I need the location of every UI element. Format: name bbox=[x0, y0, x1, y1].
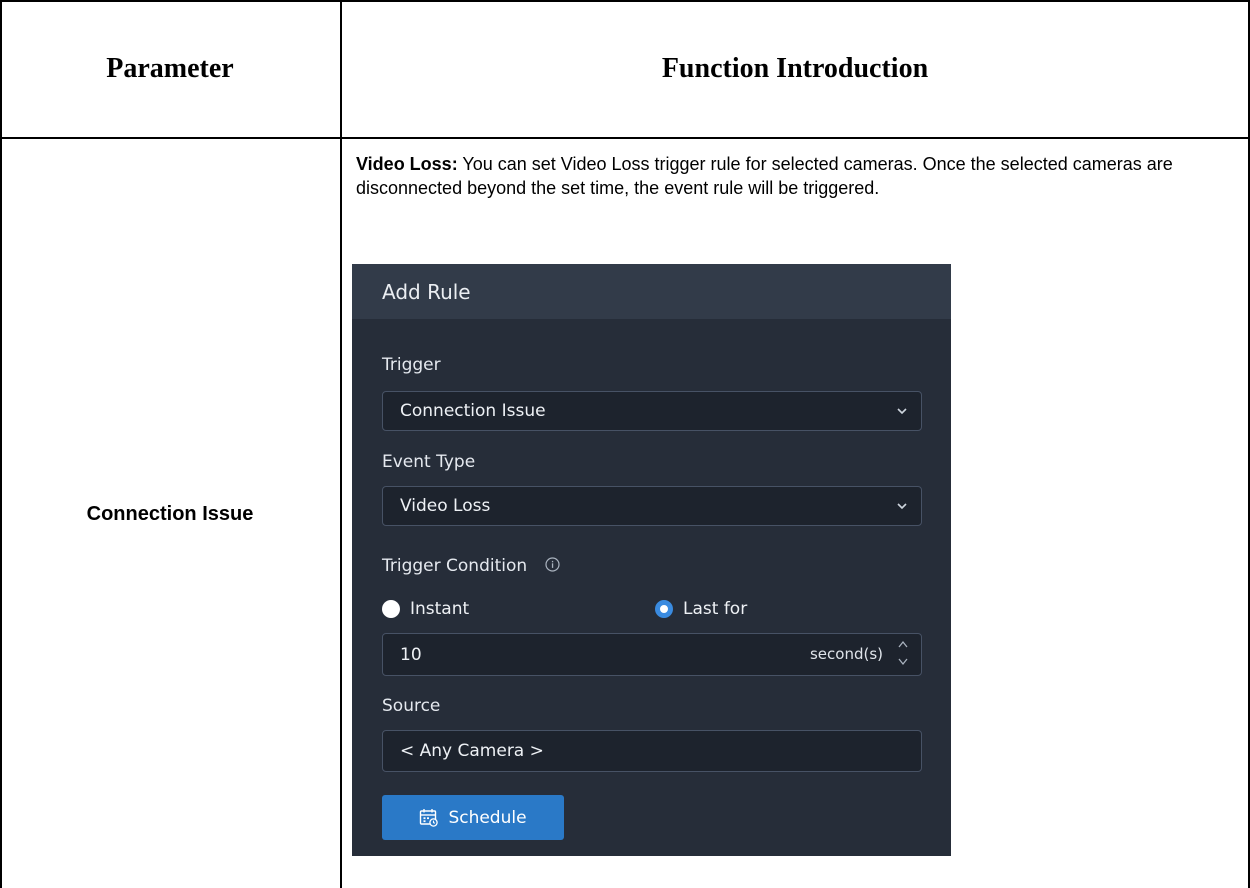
event-type-label: Event Type bbox=[382, 452, 476, 472]
trigger-condition-text: Trigger Condition bbox=[382, 556, 528, 576]
parameter-table: Parameter Function Introduction Connecti… bbox=[0, 0, 1250, 888]
duration-input[interactable]: 10 second(s) bbox=[382, 633, 922, 676]
description-term: Video Loss: bbox=[356, 154, 458, 174]
radio-checked-icon bbox=[655, 600, 673, 618]
trigger-select[interactable]: Connection Issue bbox=[382, 391, 922, 431]
event-type-select[interactable]: Video Loss bbox=[382, 486, 922, 526]
add-rule-dialog: Add Rule Trigger Connection Issue Event … bbox=[352, 264, 951, 856]
duration-value: 10 bbox=[400, 644, 422, 665]
radio-instant-label: Instant bbox=[410, 599, 470, 619]
function-description: Video Loss: You can set Video Loss trigg… bbox=[356, 152, 1216, 200]
source-field[interactable]: < Any Camera > bbox=[382, 730, 922, 772]
chevron-down-icon bbox=[897, 503, 907, 510]
trigger-condition-radios: Instant Last for bbox=[382, 599, 922, 625]
source-value: < Any Camera > bbox=[400, 741, 544, 761]
header-parameter: Parameter bbox=[106, 53, 234, 84]
dialog-title: Add Rule bbox=[382, 279, 471, 304]
schedule-button[interactable]: Schedule bbox=[382, 795, 564, 840]
radio-unchecked-icon bbox=[382, 600, 400, 618]
radio-last-for[interactable]: Last for bbox=[655, 599, 747, 619]
event-type-select-value: Video Loss bbox=[400, 496, 491, 516]
radio-instant[interactable]: Instant bbox=[382, 599, 469, 619]
calendar-icon bbox=[420, 809, 439, 827]
trigger-label: Trigger bbox=[382, 355, 441, 375]
chevron-down-icon bbox=[897, 408, 907, 415]
trigger-condition-label: Trigger Condition bbox=[382, 556, 560, 576]
description-text: You can set Video Loss trigger rule for … bbox=[356, 154, 1173, 198]
trigger-select-value: Connection Issue bbox=[400, 401, 546, 421]
info-circle-icon[interactable] bbox=[544, 557, 560, 572]
duration-unit: second(s) bbox=[809, 645, 883, 663]
spinner-arrows-icon[interactable] bbox=[897, 638, 909, 668]
dialog-header: Add Rule bbox=[352, 264, 951, 319]
source-label: Source bbox=[382, 696, 441, 716]
schedule-button-label: Schedule bbox=[448, 807, 527, 828]
header-function-introduction: Function Introduction bbox=[661, 53, 929, 84]
radio-last-for-label: Last for bbox=[683, 599, 748, 619]
parameter-cell: Connection Issue bbox=[86, 502, 254, 525]
